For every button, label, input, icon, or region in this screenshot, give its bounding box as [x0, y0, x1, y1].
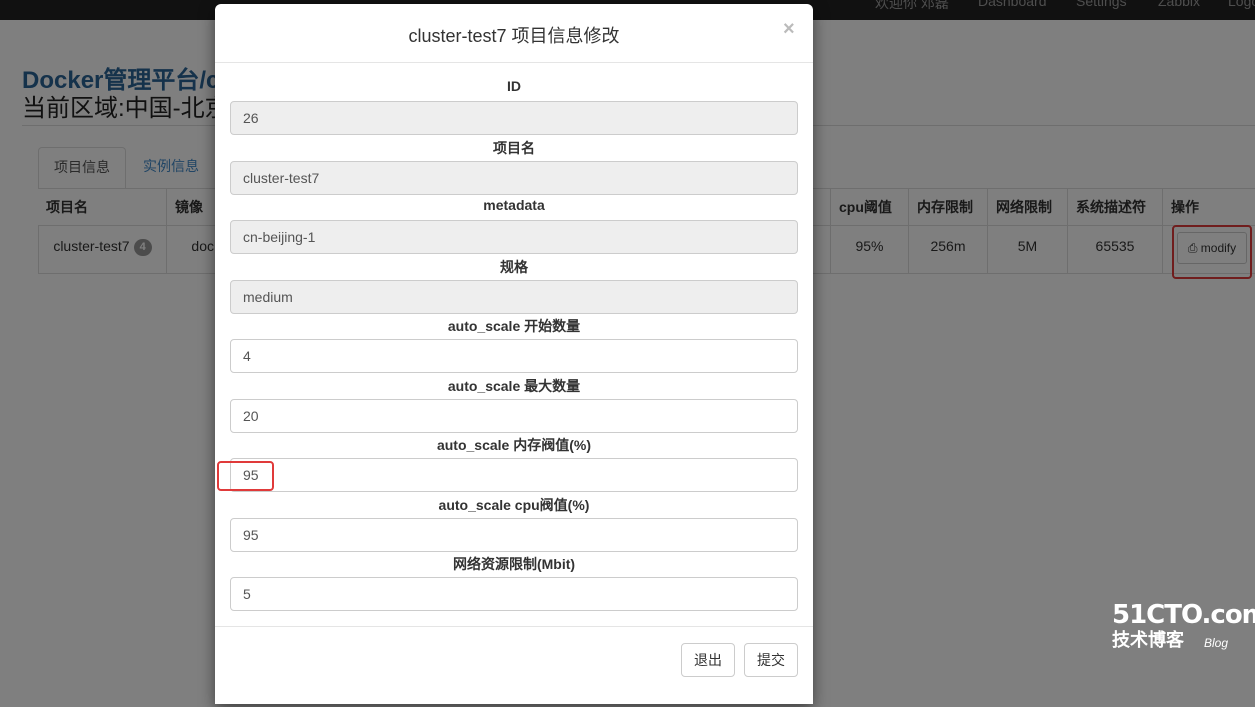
exit-button[interactable]: 退出	[681, 643, 735, 677]
modal-header: cluster-test7 项目信息修改 ×	[215, 4, 813, 63]
label-id: ID	[507, 78, 521, 94]
metadata-field[interactable]	[230, 220, 798, 254]
label-network-limit: 网络资源限制(Mbit)	[452, 556, 576, 572]
label-autoscale-max: auto_scale 最大数量	[447, 378, 581, 394]
autoscale-start-field[interactable]	[230, 339, 798, 373]
submit-button[interactable]: 提交	[744, 643, 798, 677]
modal-footer: 退出 提交	[215, 626, 813, 707]
spec-field[interactable]	[230, 280, 798, 314]
mem-threshold-highlight	[217, 461, 274, 491]
project-name-field[interactable]	[230, 161, 798, 195]
label-autoscale-start: auto_scale 开始数量	[447, 318, 581, 334]
autoscale-mem-field[interactable]	[230, 458, 798, 492]
close-icon[interactable]: ×	[783, 18, 795, 41]
id-field[interactable]	[230, 101, 798, 135]
label-spec: 规格	[500, 259, 528, 275]
watermark-logo: 51CTO.com 技术博客 Blog	[1112, 600, 1255, 652]
label-autoscale-mem: auto_scale 内存阀值(%)	[436, 437, 592, 453]
label-metadata: metadata	[483, 197, 545, 213]
label-autoscale-cpu: auto_scale cpu阀值(%)	[438, 497, 590, 513]
autoscale-cpu-field[interactable]	[230, 518, 798, 552]
watermark-line3: Blog	[1204, 636, 1229, 650]
autoscale-max-field[interactable]	[230, 399, 798, 433]
label-project-name: 项目名	[493, 140, 535, 156]
edit-project-modal: cluster-test7 项目信息修改 × ID 项目名 metadata 规…	[215, 4, 813, 704]
modal-title: cluster-test7 项目信息修改	[408, 26, 620, 46]
network-limit-field[interactable]	[230, 577, 798, 611]
